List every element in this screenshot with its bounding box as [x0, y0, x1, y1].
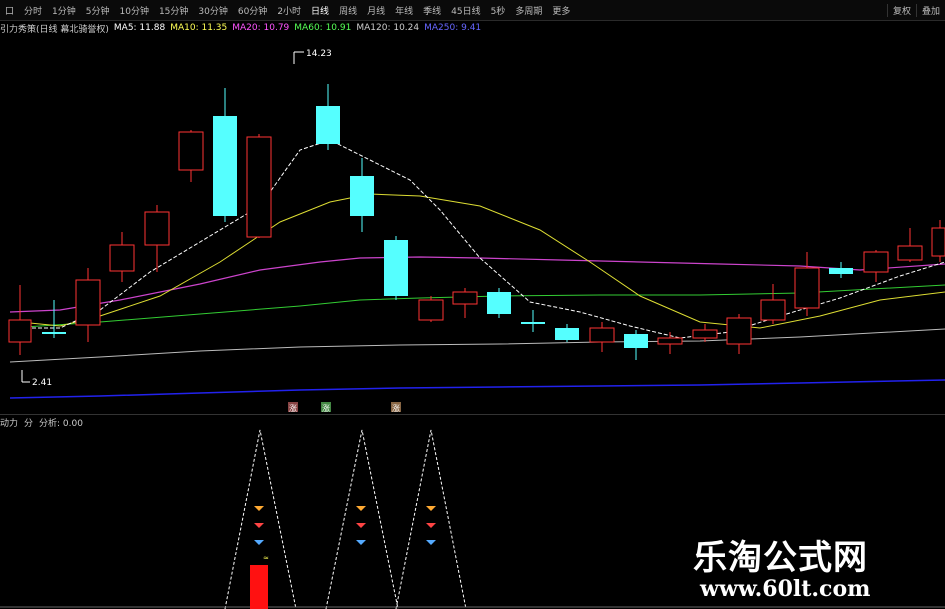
buy-marker-label: 涨	[322, 403, 330, 413]
gem-orange-icon	[356, 506, 366, 511]
gem-icons	[254, 506, 436, 545]
candle	[863, 251, 889, 273]
candle	[213, 116, 237, 216]
gem-blue-icon	[426, 540, 436, 545]
candle	[8, 319, 32, 343]
gem-red-icon	[254, 523, 264, 528]
candle	[760, 299, 786, 321]
sub-indicator-name[interactable]: 动力	[0, 416, 18, 429]
gem-orange-icon	[254, 506, 264, 511]
candle	[657, 337, 683, 345]
chart-canvas[interactable]: 14.23 2.41 涨 涨 涨 ≈	[0, 0, 945, 609]
gem-red-icon	[426, 523, 436, 528]
candle	[589, 327, 615, 343]
candle	[350, 176, 374, 216]
candle	[829, 268, 853, 274]
low-price-label: 2.41	[32, 378, 52, 388]
candle	[316, 106, 340, 144]
ma120-line	[9, 328, 945, 363]
gem-orange-icon	[426, 506, 436, 511]
candle	[178, 131, 204, 171]
candle	[246, 136, 272, 238]
candle	[144, 211, 170, 246]
candle	[487, 292, 511, 314]
ma250-line	[9, 379, 945, 399]
candle	[794, 267, 820, 309]
candle	[726, 317, 752, 345]
gem-blue-icon	[254, 540, 264, 545]
signal-bar-tag: ≈	[263, 554, 269, 562]
signal-peak	[395, 429, 467, 609]
signal-bar	[250, 565, 268, 609]
sub-legend-bar: 动力 分 分析: 0.00	[0, 415, 89, 429]
buy-marker-label: 涨	[289, 403, 297, 413]
candle	[109, 244, 135, 272]
candle	[897, 245, 923, 261]
high-price-label: 14.23	[306, 49, 332, 59]
candle	[521, 322, 545, 324]
buy-marker-label: 涨	[392, 403, 400, 413]
watermark-title: 乐淘公式网	[693, 538, 868, 578]
watermark-url: www.60lt.com	[700, 576, 871, 602]
candle	[42, 332, 66, 334]
sub-indicator-value: 分析: 0.00	[39, 418, 83, 429]
gem-red-icon	[356, 523, 366, 528]
candle	[692, 329, 718, 339]
panel-divider[interactable]	[0, 414, 945, 415]
gem-blue-icon	[356, 540, 366, 545]
candle	[931, 227, 945, 257]
candle	[555, 328, 579, 340]
candle	[384, 240, 408, 296]
candle	[624, 334, 648, 348]
signal-peak	[325, 429, 399, 609]
candle	[418, 299, 444, 321]
sub-indicator-label: 分	[24, 418, 34, 429]
candle	[452, 291, 478, 305]
candle	[75, 279, 101, 326]
